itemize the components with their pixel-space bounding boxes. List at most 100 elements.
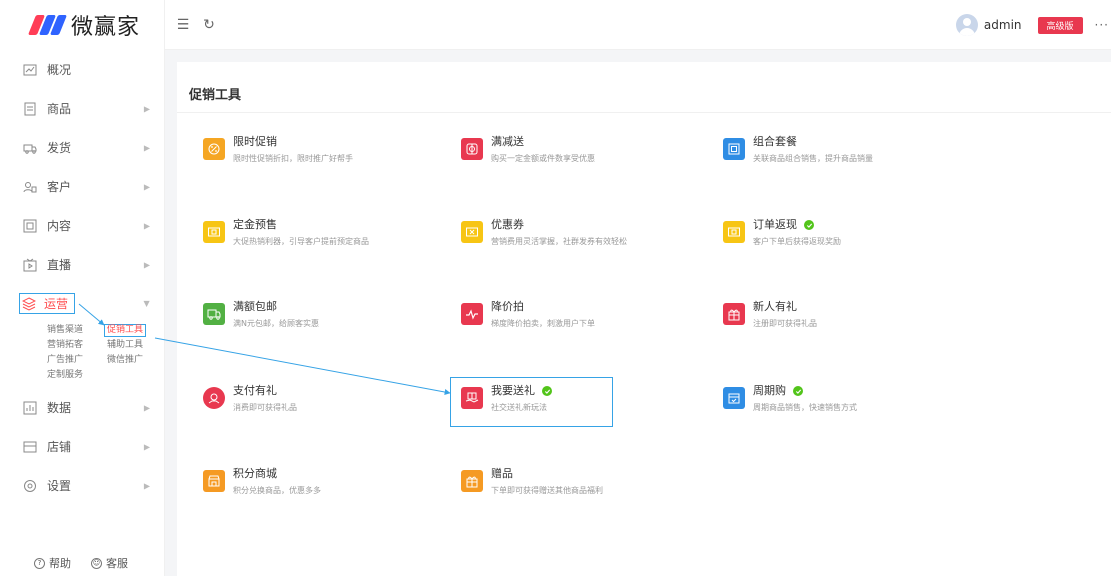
sidebar-item-label: 内容 <box>47 219 72 233</box>
tool-name: 定金预售 <box>233 218 277 231</box>
submenu-item-sales-channel[interactable]: 销售渠道 <box>47 324 107 337</box>
gift-box-icon <box>461 138 483 160</box>
chevron-right-icon: ▶ <box>143 143 150 152</box>
sidebar-item-operation[interactable]: 运营 ▶ <box>0 284 164 323</box>
submenu-item-custom-service[interactable]: 定制服务 <box>47 369 107 382</box>
content-icon <box>23 219 37 233</box>
check-circle-icon <box>804 220 814 230</box>
tool-name: 订单返现 <box>753 218 841 232</box>
operation-icon <box>22 296 36 311</box>
tool-name: 满减送 <box>491 135 524 148</box>
tool-name: 支付有礼 <box>233 384 277 397</box>
tool-name: 新人有礼 <box>753 300 797 313</box>
tool-desc: 大促热销利器，引导客户提前预定商品 <box>233 237 369 246</box>
tool-name: 满额包邮 <box>233 300 277 313</box>
menu-toggle-icon[interactable]: ☰ <box>173 15 193 35</box>
live-icon <box>23 258 37 272</box>
store-icon <box>23 440 37 454</box>
tool-price-drop-auction[interactable]: 降价拍 梯度降价拍卖，刺激用户下单 <box>461 300 691 340</box>
tool-desc: 梯度降价拍卖，刺激用户下单 <box>491 319 595 328</box>
tool-full-reduction[interactable]: 满减送购买一定金额或件数享受优惠 <box>461 135 691 175</box>
check-circle-icon <box>793 386 803 396</box>
sidebar-item-label: 发货 <box>47 141 72 155</box>
service-icon: ☺ <box>91 557 102 569</box>
chevron-down-icon: ▶ <box>142 300 152 307</box>
sidebar-item-label: 运营 <box>44 297 69 311</box>
plan-badge: 高级版 <box>1037 16 1083 34</box>
sidebar-item-content[interactable]: 内容 ▶ <box>0 206 164 245</box>
sidebar-item-store[interactable]: 店铺 ▶ <box>0 427 164 466</box>
operation-submenu: 销售渠道 促销工具 营销拓客 辅助工具 广告推广 微信推广 定制服务 <box>0 324 164 382</box>
tool-desc: 购买一定金额或件数享受优惠 <box>491 154 595 163</box>
tool-flash-sale[interactable]: 限时促销 限时性促销折扣，限时推广好帮手 <box>203 135 433 175</box>
sidebar-item-settings[interactable]: 设置 ▶ <box>0 466 164 505</box>
tool-desc: 周期商品销售，快速销售方式 <box>753 403 857 412</box>
help-label: 帮助 <box>49 557 71 570</box>
avatar[interactable] <box>955 14 978 36</box>
settings-icon <box>23 479 37 493</box>
chevron-right-icon: ▶ <box>143 182 150 191</box>
header-user-area: admin 高级版 ··· <box>955 0 1111 50</box>
brand-name: 微赢家 <box>71 15 141 40</box>
tool-name: 限时促销 <box>233 135 277 148</box>
tool-subscription[interactable]: 周期购 周期商品销售，快速销售方式 <box>723 384 953 424</box>
app-root: 微赢家 概况 商品 ▶ 发货 ▶ 客户 ▶ 内容 ▶ 直播 ▶ 运营 ▶ 销售渠… <box>0 0 1111 576</box>
sidebar-nav-lower: 数据 ▶ 店铺 ▶ 设置 ▶ <box>0 388 164 505</box>
tool-points-store[interactable]: 积分商城积分兑换商品，优惠多多 <box>203 467 433 507</box>
cashback-icon <box>723 221 745 243</box>
tool-order-cashback[interactable]: 订单返现 客户下单后获得返现奖励 <box>723 218 953 258</box>
tool-deposit-presale[interactable]: 定金预售大促热销利器，引导客户提前预定商品 <box>203 218 433 258</box>
calendar-icon <box>723 387 745 409</box>
tool-pay-gift[interactable]: 支付有礼消费即可获得礼品 <box>203 384 433 424</box>
sidebar-item-delivery[interactable]: 发货 ▶ <box>0 128 164 167</box>
tool-bundle[interactable]: 组合套餐 关联商品组合销售，提升商品销量 <box>723 135 953 175</box>
more-icon[interactable]: ··· <box>1095 18 1109 32</box>
tool-free-shipping[interactable]: 满额包邮满N元包邮，给顾客实惠 <box>203 300 433 340</box>
tool-desc: 满N元包邮，给顾客实惠 <box>233 319 319 328</box>
tool-name: 优惠券 <box>491 218 524 231</box>
help-link[interactable]: ? 帮助 <box>34 555 71 571</box>
data-icon <box>23 401 37 415</box>
present-icon <box>723 303 745 325</box>
sidebar-item-label: 数据 <box>47 401 72 415</box>
page-title: 促销工具 <box>189 88 242 103</box>
refresh-icon[interactable]: ↻ <box>199 15 219 35</box>
username[interactable]: admin <box>984 18 1022 32</box>
chevron-right-icon: ▶ <box>143 481 150 490</box>
submenu-item-promotion-tools[interactable]: 促销工具 <box>104 324 147 337</box>
sidebar-item-label: 设置 <box>47 479 72 493</box>
sidebar-item-overview[interactable]: 概况 <box>0 50 164 89</box>
sidebar-item-customers[interactable]: 客户 ▶ <box>0 167 164 206</box>
sidebar-item-operation-highlight: 运营 <box>19 293 76 314</box>
chevron-right-icon: ▶ <box>143 104 150 113</box>
chart-icon <box>23 63 37 77</box>
submenu-item-marketing[interactable]: 营销拓客 <box>47 339 107 352</box>
tool-coupon[interactable]: 优惠券 营销费用灵活掌握，社群发券有效轻松 <box>461 218 691 258</box>
tool-desc: 关联商品组合销售，提升商品销量 <box>753 154 873 163</box>
sidebar-footer: ? 帮助 ☺ 客服 <box>0 550 165 576</box>
submenu-item-ads[interactable]: 广告推广 <box>47 354 107 367</box>
sidebar-item-label: 店铺 <box>47 440 72 454</box>
points-store-icon <box>203 470 225 492</box>
product-icon <box>23 102 37 116</box>
tool-freebie[interactable]: 赠品 下单即可获得赠送其他商品福利 <box>461 467 691 507</box>
tool-new-user-gift[interactable]: 新人有礼 注册即可获得礼品 <box>723 300 953 340</box>
tool-desc: 消费即可获得礼品 <box>233 403 297 412</box>
sidebar-item-products[interactable]: 商品 ▶ <box>0 89 164 128</box>
sidebar-item-live[interactable]: 直播 ▶ <box>0 245 164 284</box>
truck-icon <box>203 303 225 325</box>
top-header: ☰ ↻ admin 高级版 ··· <box>165 0 1111 50</box>
tool-name: 积分商城 <box>233 467 277 480</box>
tool-desc: 积分兑换商品，优惠多多 <box>233 486 321 495</box>
submenu-item-auxiliary-tools[interactable]: 辅助工具 <box>107 339 157 352</box>
sidebar-item-data[interactable]: 数据 ▶ <box>0 388 164 427</box>
price-drop-icon <box>461 303 483 325</box>
logo-mark-icon <box>27 15 68 35</box>
submenu-item-wechat-promo[interactable]: 微信推广 <box>107 354 157 367</box>
brand-logo[interactable]: 微赢家 <box>0 0 164 50</box>
tool-name-text: 订单返现 <box>753 218 797 231</box>
customer-icon <box>23 180 37 194</box>
service-link[interactable]: ☺ 客服 <box>91 555 128 571</box>
bundle-icon <box>723 138 745 160</box>
sidebar-item-label: 商品 <box>47 102 72 116</box>
